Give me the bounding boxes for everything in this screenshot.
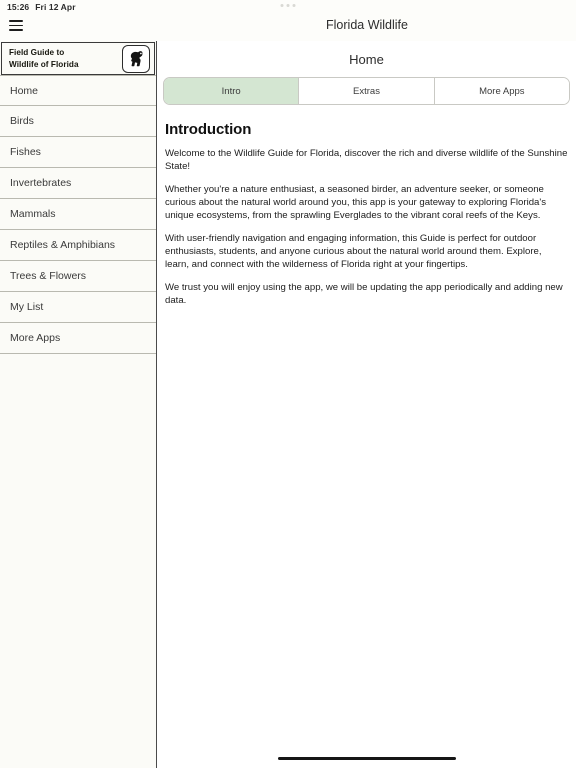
article-content: Introduction Welcome to the Wildlife Gui…: [157, 105, 576, 319]
tab-label: More Apps: [479, 85, 525, 97]
tab-label: Extras: [353, 85, 380, 97]
sidebar-empty-space: [0, 354, 156, 768]
multitasking-dots-icon[interactable]: [280, 4, 296, 7]
tab-label: Intro: [221, 85, 241, 97]
tab-more-apps[interactable]: More Apps: [434, 78, 569, 104]
sidebar-item-label: Reptiles & Amphibians: [10, 239, 116, 251]
hamburger-menu-icon[interactable]: [9, 20, 23, 31]
sidebar-brand-line2: Wildlife of Florida: [9, 59, 79, 69]
sidebar-item-label: Home: [10, 84, 39, 97]
status-date: Fri 12 Apr: [35, 2, 76, 12]
sidebar-item-mammals[interactable]: Mammals: [0, 199, 156, 230]
sidebar-item-label: Trees & Flowers: [10, 270, 87, 282]
tab-intro[interactable]: Intro: [164, 78, 300, 104]
article-paragraph: Welcome to the Wildlife Guide for Florid…: [165, 148, 568, 172]
panther-logo-icon: [122, 44, 150, 73]
sidebar-item-label: Fishes: [10, 146, 41, 158]
page-title: Home: [349, 52, 384, 67]
sidebar-item-more-apps[interactable]: More Apps: [0, 323, 156, 354]
sidebar-item-trees-flowers[interactable]: Trees & Flowers: [0, 261, 156, 292]
sidebar-item-label: Birds: [10, 115, 34, 127]
article-heading: Introduction: [165, 121, 252, 138]
sidebar-item-fishes[interactable]: Fishes: [0, 137, 156, 168]
sidebar-item-my-list[interactable]: My List: [0, 292, 156, 323]
sidebar-item-reptiles-amphibians[interactable]: Reptiles & Amphibians: [0, 230, 156, 261]
status-time: 15:26: [7, 2, 30, 12]
main-panel: Home Intro Extras More Apps Introduction…: [157, 41, 576, 768]
sidebar-brand-line1: Field Guide to: [9, 48, 65, 58]
sidebar-item-invertebrates[interactable]: Invertebrates: [0, 168, 156, 199]
top-bar: Florida Wildlife: [0, 15, 576, 41]
article-paragraph: Whether you're a nature enthusiast, a se…: [165, 184, 547, 221]
sidebar-brand-header: Field Guide to Wildlife of Florida: [1, 42, 155, 75]
sidebar-brand-text: Field Guide to Wildlife of Florida: [9, 47, 79, 69]
content-area: Field Guide to Wildlife of Florida Home …: [0, 41, 576, 768]
sidebar: Field Guide to Wildlife of Florida Home …: [0, 41, 157, 768]
tab-extras[interactable]: Extras: [299, 78, 435, 104]
status-bar: 15:26 Fri 12 Apr: [0, 0, 576, 15]
segmented-tab-control: Intro Extras More Apps: [163, 77, 570, 105]
sidebar-item-label: Invertebrates: [10, 177, 72, 189]
status-bar-left: 15:26 Fri 12 Apr: [7, 2, 76, 12]
article-paragraph: With user-friendly navigation and engagi…: [165, 233, 542, 270]
sidebar-item-birds[interactable]: Birds: [0, 106, 156, 137]
article-paragraph: We trust you will enjoy using the app, w…: [165, 282, 563, 306]
sidebar-item-label: My List: [10, 301, 44, 313]
sidebar-item-label: Mammals: [10, 208, 56, 220]
home-indicator-bar[interactable]: [277, 756, 456, 760]
sidebar-item-home[interactable]: Home: [0, 75, 156, 106]
tablet-screen: 15:26 Fri 12 Apr Florida Wildlife Field G…: [0, 0, 576, 768]
sidebar-nav-list: Home Birds Fishes Invertebrates Mammals …: [0, 75, 156, 354]
app-title: Florida Wildlife: [326, 18, 408, 32]
sidebar-item-label: More Apps: [10, 332, 61, 344]
